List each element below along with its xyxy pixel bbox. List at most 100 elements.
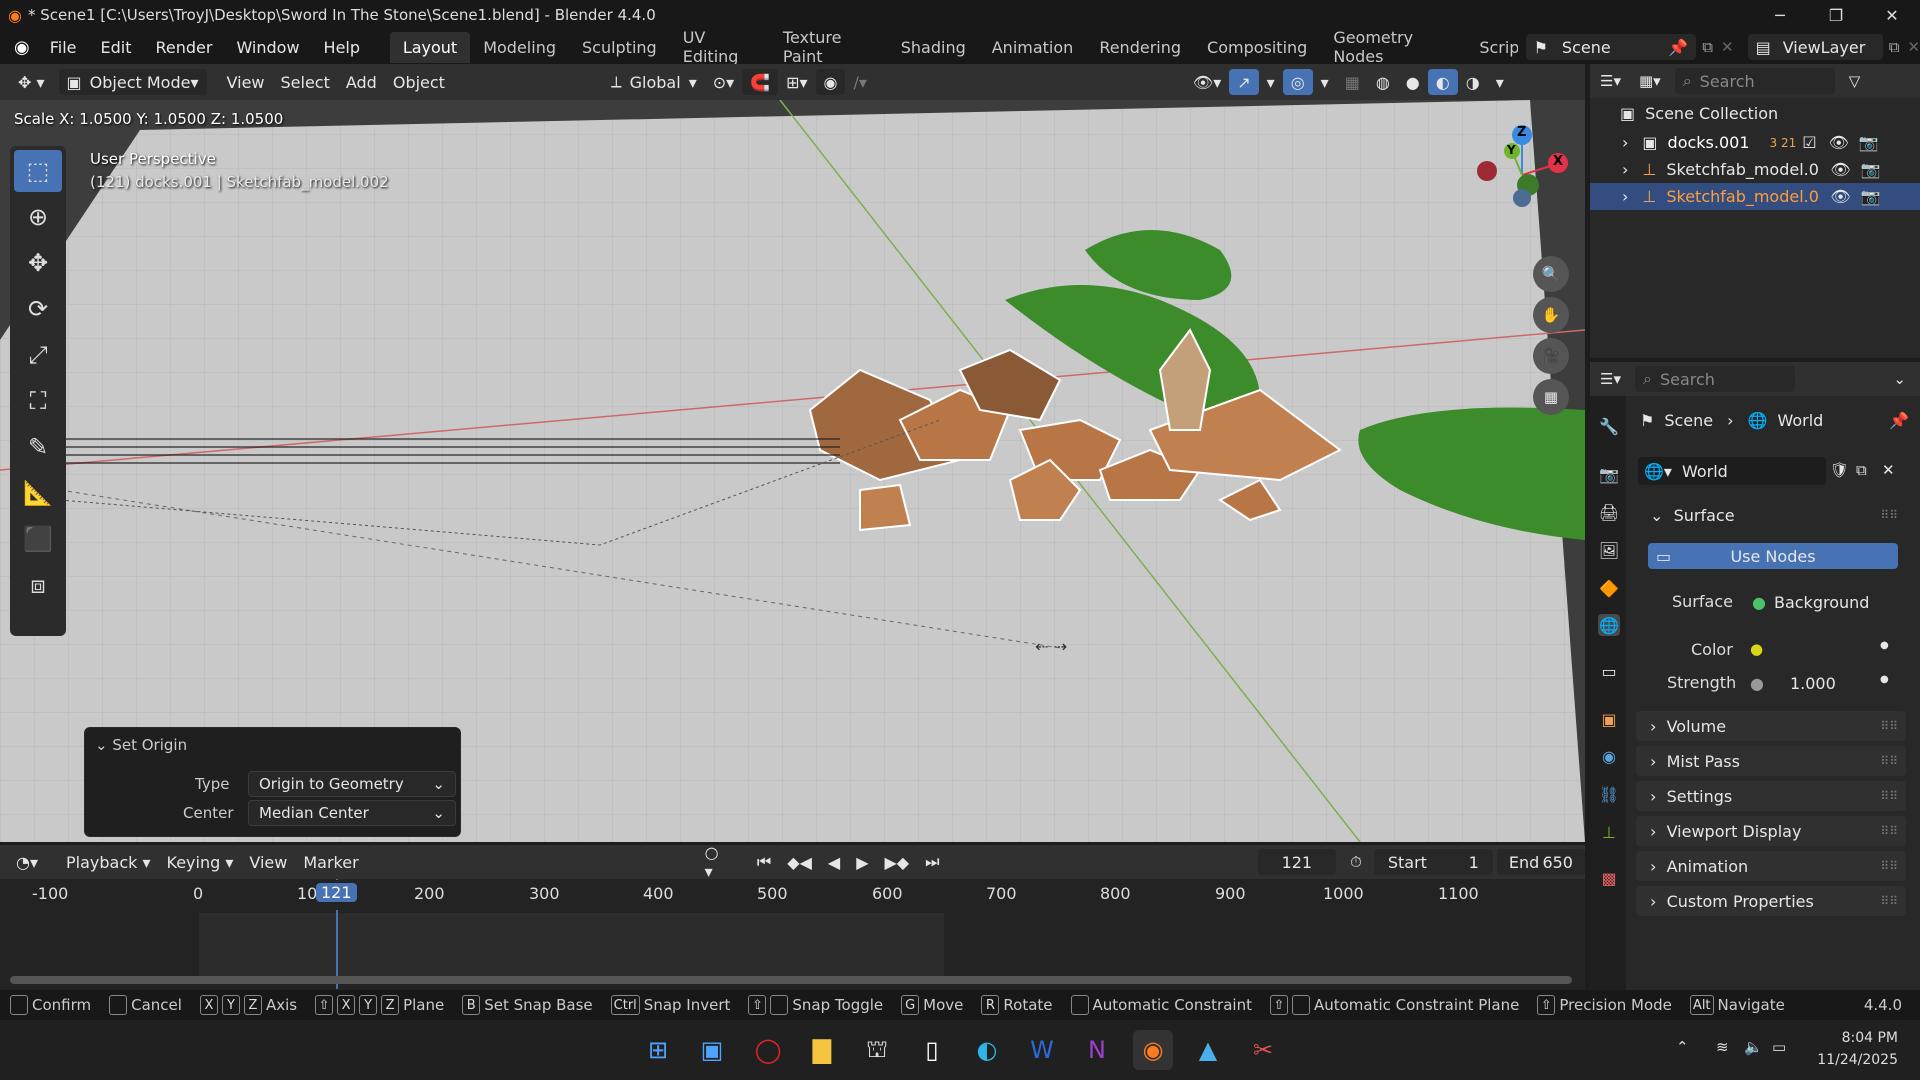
properties-search[interactable]: ⌕ Search: [1634, 366, 1795, 392]
strength-field[interactable]: ● 1.000: [1742, 670, 1870, 696]
clock-date[interactable]: 11/24/2025: [1808, 1052, 1898, 1068]
navigation-gizmo[interactable]: Z X Y: [1460, 125, 1585, 225]
filter-icon[interactable]: ▽: [1849, 72, 1861, 90]
material-shading-icon[interactable]: ◐: [1427, 69, 1458, 95]
options-dropdown-icon[interactable]: ⌄: [1893, 370, 1906, 388]
viewport-display-panel-header[interactable]: › Viewport Display ⠿⠿: [1636, 816, 1906, 846]
ms-store-icon[interactable]: ⛫: [857, 1030, 897, 1070]
timeline-ruler[interactable]: -100 0 10 200 300 400 500 600 700 800 90…: [0, 880, 1585, 910]
editor-type-button[interactable]: ✥ ▾: [10, 69, 53, 95]
tray-chevron-icon[interactable]: ⌃: [1676, 1038, 1689, 1056]
outliner-row-sketchfab-2[interactable]: › ⊥ Sketchfab_model.00: 👁 📷: [1590, 183, 1920, 210]
play-icon[interactable]: ▶: [848, 849, 876, 875]
outliner-editor-icon[interactable]: ☰▾: [1600, 72, 1621, 90]
rendered-shading-icon[interactable]: ◑: [1458, 69, 1488, 95]
physics-tab-icon[interactable]: ◉: [1598, 745, 1620, 767]
delete-viewlayer-icon[interactable]: ✕: [1907, 38, 1920, 56]
blender-taskbar-icon[interactable]: ◉: [1133, 1030, 1173, 1070]
transform-icon[interactable]: ⛶: [14, 380, 62, 422]
constraints-tab-icon[interactable]: ⛓: [1598, 783, 1620, 805]
display-mode-icon[interactable]: ▦▾: [1639, 72, 1661, 90]
eye-icon[interactable]: 👁: [1829, 133, 1849, 152]
keyframe-dot-icon[interactable]: ●: [1880, 640, 1889, 651]
scene-collection-row[interactable]: ▣ Scene Collection: [1590, 100, 1920, 127]
center-dropdown[interactable]: Median Center ⌄: [248, 800, 456, 826]
expand-icon[interactable]: ›: [1622, 160, 1628, 179]
menu-select[interactable]: Select: [273, 69, 338, 95]
select-box-icon[interactable]: ⬚: [14, 150, 62, 192]
pin-icon[interactable]: 📌: [1668, 38, 1688, 57]
current-frame-field[interactable]: 121: [1257, 849, 1337, 875]
move-icon[interactable]: ✥: [14, 242, 62, 284]
menu-edit[interactable]: Edit: [89, 38, 144, 57]
tab-modeling[interactable]: Modeling: [470, 32, 569, 63]
prev-keyframe-icon[interactable]: ◆◀: [779, 849, 820, 875]
viewlayer-selector[interactable]: ▤ ViewLayer: [1747, 34, 1883, 60]
snap-target-icon[interactable]: ⊞▾: [778, 69, 815, 95]
camera-render-icon[interactable]: 📷: [1861, 187, 1881, 206]
pivot-icon[interactable]: ⊙▾: [705, 69, 742, 95]
new-viewlayer-icon[interactable]: ⧉: [1889, 38, 1900, 56]
delete-scene-icon[interactable]: ✕: [1721, 38, 1734, 56]
output-tab-icon[interactable]: 🖨: [1598, 501, 1620, 523]
mode-dropdown[interactable]: ▣ Object Mode ▾: [58, 69, 207, 95]
tab-scripting[interactable]: Scripti: [1466, 32, 1517, 63]
minimize-button[interactable]: ─: [1752, 0, 1808, 30]
camera-render-icon[interactable]: 📷: [1861, 160, 1881, 179]
animation-panel-header[interactable]: › Animation ⠿⠿: [1636, 851, 1906, 881]
solid-shading-icon[interactable]: ●: [1398, 69, 1428, 95]
scale-icon[interactable]: ⤢: [14, 334, 62, 376]
play-reverse-icon[interactable]: ◀: [820, 849, 848, 875]
edge-icon[interactable]: ◐: [967, 1030, 1007, 1070]
clock-time[interactable]: 8:04 PM: [1818, 1030, 1898, 1046]
tab-animation[interactable]: Animation: [979, 32, 1087, 63]
snap-icon[interactable]: 🧲: [742, 69, 779, 95]
falloff-icon[interactable]: ∕▾: [845, 69, 874, 95]
world-browse-icon[interactable]: 🌐▾: [1644, 462, 1672, 481]
app-store-icon[interactable]: ▣: [692, 1030, 732, 1070]
eye-icon[interactable]: 👁: [1830, 187, 1850, 206]
next-keyframe-icon[interactable]: ▶◆: [877, 849, 918, 875]
gizmo-toggle-icon[interactable]: ↗: [1229, 69, 1259, 95]
mist-pass-panel-header[interactable]: › Mist Pass ⠿⠿: [1636, 746, 1906, 776]
color-field[interactable]: ●: [1742, 636, 1870, 662]
tool-tab-icon[interactable]: 🔧: [1598, 415, 1620, 437]
playhead-marker[interactable]: 121: [316, 883, 357, 902]
timeline-editor-icon[interactable]: ◔▾: [8, 849, 46, 875]
wireframe-shading-icon[interactable]: ◍: [1368, 69, 1398, 95]
checkbox-icon[interactable]: ☑: [1802, 133, 1816, 152]
custom-properties-panel-header[interactable]: › Custom Properties ⠿⠿: [1636, 886, 1906, 916]
jump-start-icon[interactable]: ⏮: [749, 849, 779, 875]
expand-icon[interactable]: ›: [1622, 187, 1628, 206]
use-nodes-button[interactable]: ▭ Use Nodes: [1648, 543, 1898, 569]
add-object-icon[interactable]: ⧈: [14, 564, 62, 606]
word-icon[interactable]: W: [1022, 1030, 1062, 1070]
menu-render[interactable]: Render: [143, 38, 224, 57]
menu-help[interactable]: Help: [312, 38, 372, 57]
annotate-icon[interactable]: ✎: [14, 426, 62, 468]
menu-object[interactable]: Object: [385, 69, 453, 95]
overlay-toggle-icon[interactable]: ◎: [1282, 69, 1313, 95]
blender-menu-icon[interactable]: ◉: [14, 37, 30, 58]
surface-shader-field[interactable]: ● Background: [1742, 589, 1870, 615]
rotate-icon[interactable]: ⟳: [14, 288, 62, 330]
visibility-icon[interactable]: 👁▾: [1185, 69, 1229, 95]
world-selector[interactable]: 🌐▾ World: [1638, 457, 1826, 485]
end-frame-field[interactable]: End 650: [1496, 849, 1585, 875]
zoom-icon[interactable]: 🔍: [1533, 256, 1569, 292]
unlink-icon[interactable]: ✕: [1882, 461, 1895, 479]
start-frame-field[interactable]: Start 1: [1373, 849, 1493, 875]
volume-panel-header[interactable]: › Volume ⠿⠿: [1636, 711, 1906, 741]
add-cube-icon[interactable]: ⬛: [14, 518, 62, 560]
outliner-row-docks[interactable]: › ▣ docks.001 3 21 ☑ 👁 📷: [1590, 129, 1920, 156]
camera-icon[interactable]: 🎥: [1533, 338, 1569, 374]
data-tab-icon[interactable]: ⊥: [1598, 821, 1620, 843]
menu-file[interactable]: File: [38, 38, 89, 57]
perspective-grid-icon[interactable]: ▦: [1533, 379, 1569, 415]
notepad-icon[interactable]: ▯: [912, 1030, 952, 1070]
file-explorer-icon[interactable]: ▇: [802, 1030, 842, 1070]
surface-panel-header[interactable]: ⌄ Surface ⠿⠿: [1636, 500, 1906, 530]
render-tab-icon[interactable]: 📷: [1598, 463, 1620, 485]
close-button[interactable]: ✕: [1864, 0, 1920, 30]
menu-view[interactable]: View: [219, 69, 273, 95]
